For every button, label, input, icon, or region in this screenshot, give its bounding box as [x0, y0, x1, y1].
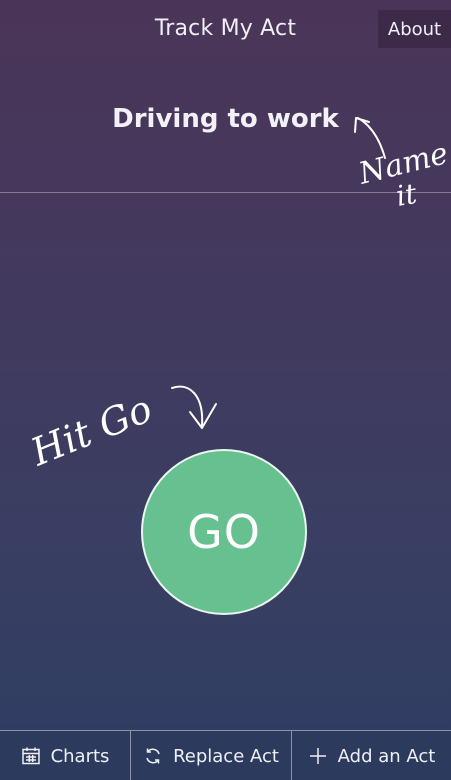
about-button[interactable]: About: [378, 10, 451, 48]
add-act-button[interactable]: Add an Act: [291, 731, 451, 780]
replace-act-label: Replace Act: [173, 745, 279, 767]
charts-label: Charts: [50, 745, 110, 767]
replace-act-button[interactable]: Replace Act: [130, 731, 291, 780]
name-hint-line2: it: [393, 177, 419, 213]
refresh-icon: [143, 746, 163, 766]
name-hint-line1: Name: [354, 136, 451, 192]
go-hint-text: Hit Go: [24, 386, 158, 474]
go-label: GO: [187, 505, 261, 559]
plus-icon: [308, 746, 328, 766]
charts-button[interactable]: Charts: [0, 731, 130, 780]
act-name[interactable]: Driving to work: [0, 104, 451, 134]
bottom-bar: Charts Replace Act Add an Act: [0, 730, 451, 780]
calendar-icon: [21, 746, 41, 766]
add-act-label: Add an Act: [337, 745, 436, 767]
divider: [0, 192, 451, 193]
go-hint-arrow: [171, 385, 217, 429]
go-button[interactable]: GO: [141, 449, 307, 615]
